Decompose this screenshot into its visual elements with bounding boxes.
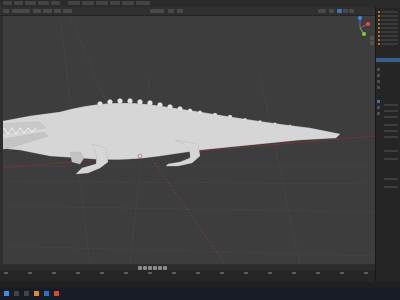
select-menu[interactable] — [43, 9, 52, 13]
property-field[interactable] — [384, 104, 398, 106]
output-properties-icon[interactable] — [377, 80, 380, 83]
menu-window[interactable] — [38, 1, 49, 5]
blender-app-icon[interactable] — [34, 291, 39, 296]
start-menu-icon[interactable] — [4, 291, 9, 296]
outliner-row[interactable] — [381, 35, 398, 37]
os-taskbar — [0, 288, 400, 300]
outliner-row[interactable] — [381, 11, 398, 13]
render-properties-icon[interactable] — [377, 74, 380, 77]
outliner-row[interactable] — [381, 23, 398, 25]
workspace-tab-modeling[interactable] — [82, 1, 94, 5]
object-icon — [378, 15, 380, 17]
property-field[interactable] — [384, 130, 398, 132]
task-view-icon[interactable] — [24, 291, 29, 296]
timeline-header — [0, 264, 375, 270]
jump-start-icon[interactable] — [138, 266, 142, 270]
object-icon — [378, 19, 380, 21]
property-field[interactable] — [384, 136, 398, 138]
object-icon — [378, 35, 380, 37]
mode-select[interactable] — [12, 9, 30, 13]
x-axis-dashed — [149, 155, 226, 264]
editor-type-button[interactable] — [3, 9, 9, 13]
xray-toggle[interactable] — [329, 9, 334, 13]
property-field[interactable] — [384, 124, 398, 126]
search-icon[interactable] — [14, 291, 19, 296]
object-icon — [378, 23, 380, 25]
workspace-tab-uv[interactable] — [110, 1, 120, 5]
outliner-selected-row[interactable] — [376, 58, 400, 62]
collection-icon — [378, 11, 380, 13]
crocodile-body — [0, 102, 341, 160]
object-menu[interactable] — [63, 9, 72, 13]
add-menu[interactable] — [54, 9, 61, 13]
shading-solid-button[interactable] — [337, 9, 342, 13]
timeline-ruler[interactable] — [4, 272, 374, 278]
pan-icon[interactable] — [370, 41, 374, 45]
property-field[interactable] — [384, 186, 398, 188]
proportional-edit[interactable] — [177, 9, 183, 13]
jump-end-icon[interactable] — [163, 266, 167, 270]
gizmo-z-icon[interactable] — [358, 16, 362, 20]
menu-render[interactable] — [25, 1, 36, 5]
menu-edit[interactable] — [14, 1, 23, 5]
transform-orientation[interactable] — [150, 9, 164, 13]
material-properties-icon[interactable] — [377, 112, 380, 115]
play-icon[interactable] — [153, 266, 157, 270]
object-icon — [378, 39, 380, 41]
property-field[interactable] — [384, 178, 398, 180]
browser-icon[interactable] — [54, 291, 59, 296]
play-reverse-icon[interactable] — [148, 266, 152, 270]
object-icon — [378, 31, 380, 33]
scene-properties-icon[interactable] — [377, 86, 380, 89]
outliner-row[interactable] — [381, 19, 398, 21]
outliner-row[interactable] — [381, 31, 398, 33]
viewport-canvas — [0, 16, 375, 264]
crocodile-model[interactable] — [0, 98, 341, 175]
object-icon — [378, 43, 380, 45]
gizmo-x-icon[interactable] — [366, 22, 370, 26]
snap-toggle[interactable] — [168, 9, 174, 13]
next-keyframe-icon[interactable] — [158, 266, 162, 270]
overlay-toggle[interactable] — [318, 9, 326, 13]
outliner-row[interactable] — [381, 15, 398, 17]
menu-help[interactable] — [51, 1, 60, 5]
modifier-properties-icon[interactable] — [377, 106, 380, 109]
properties-editor[interactable] — [376, 64, 400, 282]
navigation-gizmo[interactable] — [348, 12, 376, 46]
top-menu-bar — [0, 0, 400, 7]
property-field[interactable] — [384, 158, 398, 160]
property-field[interactable] — [384, 110, 398, 112]
3d-viewport[interactable] — [0, 16, 375, 264]
workspace-tab-layout[interactable] — [68, 1, 80, 5]
workspace-tab-animation[interactable] — [136, 1, 150, 5]
property-field[interactable] — [384, 116, 398, 118]
menu-file[interactable] — [3, 1, 12, 5]
workspace-tab-shading[interactable] — [122, 1, 134, 5]
playback-controls — [138, 266, 167, 270]
workspace-tab-sculpting[interactable] — [96, 1, 108, 5]
view-menu[interactable] — [33, 9, 41, 13]
outliner-row[interactable] — [381, 43, 398, 45]
toolbar-left[interactable] — [0, 16, 3, 264]
outliner-row[interactable] — [381, 27, 398, 29]
zoom-icon[interactable] — [370, 36, 374, 40]
prev-keyframe-icon[interactable] — [143, 266, 147, 270]
property-field[interactable] — [384, 150, 398, 152]
tool-settings-icon[interactable] — [377, 68, 380, 71]
outliner-row[interactable] — [381, 39, 398, 41]
object-icon — [378, 27, 380, 29]
gizmo-y-icon[interactable] — [362, 32, 366, 36]
object-properties-icon[interactable] — [377, 100, 380, 103]
file-explorer-icon[interactable] — [44, 291, 49, 296]
